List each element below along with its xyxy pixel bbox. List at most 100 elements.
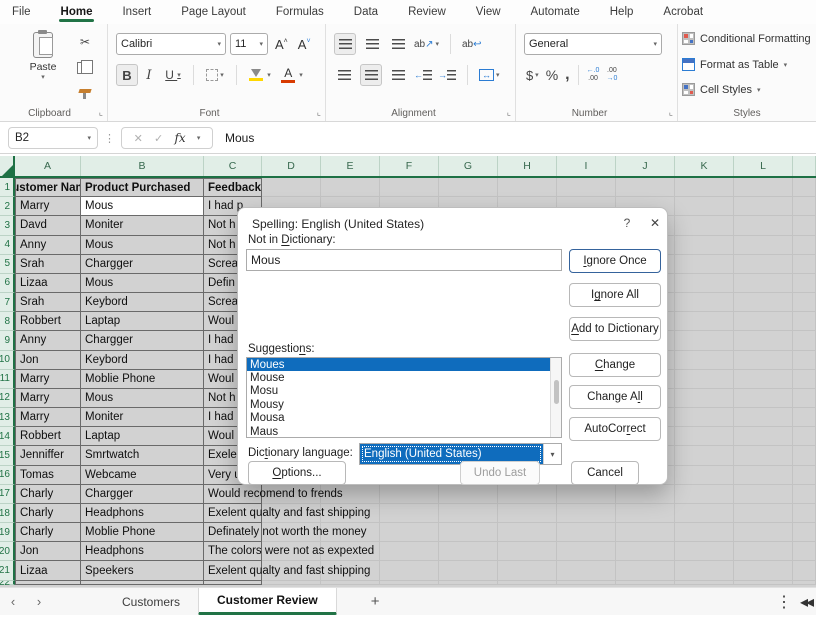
cell[interactable]: Lizaa — [15, 561, 81, 580]
row-header[interactable]: 1 — [0, 178, 15, 197]
column-header[interactable]: K — [675, 156, 734, 176]
column-header[interactable]: D — [262, 156, 321, 176]
cell[interactable]: Lizaa — [15, 274, 81, 293]
ignore-all-button[interactable]: Ignore All — [569, 283, 661, 307]
cell[interactable]: Keybord — [81, 351, 204, 370]
cell[interactable] — [616, 485, 675, 504]
cell[interactable]: Definately not worth the money — [204, 523, 262, 542]
row-header[interactable]: 3 — [0, 216, 15, 235]
cell[interactable]: Headphons — [81, 504, 204, 523]
cell[interactable] — [557, 504, 616, 523]
italic-button[interactable]: I — [140, 64, 158, 86]
sheet-options-icon[interactable]: ⋮ — [776, 592, 792, 612]
menu-tab-formulas[interactable]: Formulas — [274, 2, 326, 22]
conditional-formatting-button[interactable]: Conditional Formatting — [682, 32, 811, 45]
cell[interactable] — [734, 523, 793, 542]
cell[interactable] — [380, 504, 439, 523]
change-all-button[interactable]: Change All — [569, 385, 661, 409]
cell[interactable] — [675, 427, 734, 446]
cell[interactable] — [675, 561, 734, 580]
cell[interactable] — [675, 542, 734, 561]
dialog-help-button[interactable]: ? — [618, 216, 636, 230]
cell[interactable] — [439, 523, 498, 542]
bold-button[interactable]: B — [116, 64, 138, 86]
cell[interactable] — [675, 485, 734, 504]
ignore-once-button[interactable]: Ignore Once — [569, 249, 661, 273]
cell[interactable] — [439, 178, 498, 197]
suggestion-item[interactable]: Mousa — [247, 412, 561, 425]
number-dialog-launcher-icon[interactable]: ⌞ — [669, 107, 673, 118]
cell[interactable] — [793, 427, 816, 446]
row-header[interactable]: 21 — [0, 561, 15, 580]
cell[interactable] — [793, 197, 816, 216]
bottom-align-button[interactable] — [388, 33, 408, 55]
top-align-button[interactable] — [334, 33, 356, 55]
cell[interactable] — [793, 485, 816, 504]
row-header[interactable]: 11 — [0, 370, 15, 389]
row-header[interactable]: 15 — [0, 446, 15, 465]
cell[interactable] — [675, 255, 734, 274]
cell[interactable]: Mous — [81, 389, 204, 408]
cell[interactable] — [734, 178, 793, 197]
column-header[interactable]: C — [204, 156, 262, 176]
cell[interactable]: Would recomend to frends — [204, 485, 262, 504]
cell[interactable] — [616, 561, 675, 580]
cell-styles-button[interactable]: Cell Styles ▾ — [682, 83, 760, 96]
merge-center-button[interactable]: ↔ ▾ — [479, 64, 499, 86]
autocorrect-button[interactable]: AutoCorrect — [569, 417, 661, 441]
row-header[interactable]: 13 — [0, 408, 15, 427]
dialog-close-button[interactable]: ✕ — [646, 216, 664, 230]
cell[interactable] — [675, 581, 734, 586]
increase-decimal-button[interactable]: ←.0.00 — [587, 67, 600, 82]
cell[interactable] — [557, 542, 616, 561]
accounting-format-button[interactable]: $ ▾ — [526, 64, 539, 86]
cell[interactable]: Robbert — [15, 427, 81, 446]
cell[interactable]: Jenniffer — [15, 446, 81, 465]
insert-function-icon[interactable]: fx — [174, 131, 185, 145]
cell[interactable]: Chargger — [81, 331, 204, 350]
cell[interactable] — [321, 581, 380, 586]
cell[interactable] — [734, 312, 793, 331]
row-header[interactable]: 5 — [0, 255, 15, 274]
cell[interactable] — [380, 581, 439, 586]
suggestions-list[interactable]: MouesMouseMosuMousyMousaMaus — [246, 357, 562, 438]
suggestion-item[interactable]: Mosu — [247, 385, 561, 398]
sheet-tab-customers[interactable]: Customers — [104, 588, 198, 615]
change-button[interactable]: Change — [569, 353, 661, 377]
cell[interactable]: Webcame — [81, 466, 204, 485]
cell[interactable] — [793, 389, 816, 408]
column-header[interactable]: H — [498, 156, 557, 176]
row-header[interactable]: 14 — [0, 427, 15, 446]
cell[interactable] — [734, 561, 793, 580]
cell[interactable] — [734, 331, 793, 350]
column-header[interactable]: E — [321, 156, 380, 176]
cell[interactable] — [793, 178, 816, 197]
not-in-dictionary-input[interactable]: Mous — [246, 249, 562, 271]
scrollbar-thumb[interactable] — [554, 380, 559, 404]
cell[interactable]: Exelent qualty and fast shipping — [204, 504, 262, 523]
suggestion-item[interactable]: Maus — [247, 425, 561, 438]
column-header[interactable]: A — [15, 156, 81, 176]
row-header[interactable]: 6 — [0, 274, 15, 293]
cell[interactable] — [675, 178, 734, 197]
menu-tab-page-layout[interactable]: Page Layout — [179, 2, 248, 22]
cell[interactable] — [793, 216, 816, 235]
column-header[interactable]: B — [81, 156, 204, 176]
cell[interactable]: Charly — [15, 523, 81, 542]
center-button[interactable] — [360, 64, 382, 86]
cell[interactable]: Davd — [15, 216, 81, 235]
row-header[interactable]: 10 — [0, 351, 15, 370]
menu-tab-help[interactable]: Help — [608, 2, 636, 22]
name-box[interactable]: B2 ▾ — [8, 127, 98, 149]
menu-tab-home[interactable]: Home — [59, 2, 95, 22]
column-header[interactable]: F — [380, 156, 439, 176]
cell[interactable] — [380, 485, 439, 504]
cell[interactable]: Feedback — [204, 178, 262, 197]
cell[interactable] — [439, 581, 498, 586]
suggestion-item[interactable]: Mousy — [247, 398, 561, 411]
cell[interactable]: Marry — [15, 408, 81, 427]
cell[interactable] — [616, 542, 675, 561]
cell[interactable] — [675, 446, 734, 465]
cell[interactable] — [675, 504, 734, 523]
cell[interactable] — [793, 370, 816, 389]
